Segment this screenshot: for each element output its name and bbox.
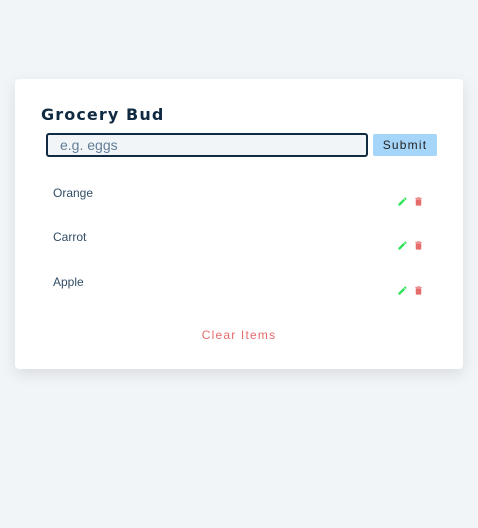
delete-button[interactable] xyxy=(412,239,424,251)
trash-icon xyxy=(414,240,422,250)
clear-items-button[interactable]: Clear Items xyxy=(15,328,463,342)
trash-icon xyxy=(414,285,422,295)
edit-icon xyxy=(397,285,407,295)
edit-icon xyxy=(397,240,407,250)
trash-icon xyxy=(414,196,422,206)
item-name: Carrot xyxy=(53,230,87,244)
delete-button[interactable] xyxy=(412,195,424,207)
edit-button[interactable] xyxy=(396,239,408,251)
delete-button[interactable] xyxy=(412,284,424,296)
grocery-card: Grocery Bud Submit Orange Carrot xyxy=(15,79,463,369)
edit-button[interactable] xyxy=(396,284,408,296)
item-name: Orange xyxy=(53,186,94,200)
edit-button[interactable] xyxy=(396,195,408,207)
list-item: Orange xyxy=(53,186,426,214)
edit-icon xyxy=(397,196,407,206)
list-item: Apple xyxy=(53,275,426,303)
grocery-list: Orange Carrot Apple xyxy=(15,79,463,369)
list-item: Carrot xyxy=(53,230,426,258)
item-name: Apple xyxy=(53,275,84,289)
